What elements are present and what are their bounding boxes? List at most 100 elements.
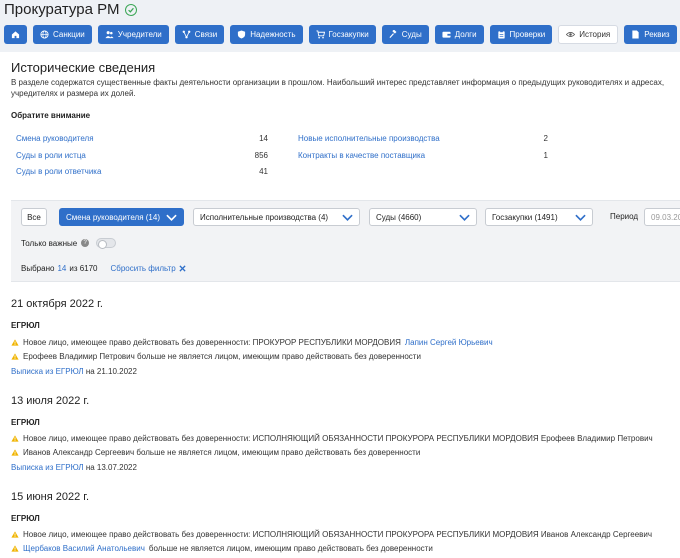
page-title: Прокуратура РМ [4, 1, 138, 18]
stat-link[interactable]: Суды в роли ответчика [16, 167, 101, 176]
event-text: Новое лицо, имеющее право действовать бе… [23, 338, 401, 347]
extract-line: Выписка из ЕГРЮЛ на 21.10.2022 [11, 367, 137, 376]
important-only-filter: Только важные ? [21, 238, 117, 249]
event-item: Новое лицо, имеющее право действовать бе… [11, 434, 653, 443]
tab-label: Надежность [250, 30, 296, 39]
stat-link[interactable]: Контракты в качестве поставщика [298, 151, 425, 160]
extract-date: на 13.07.2022 [85, 463, 137, 472]
stat-row: Суды в роли истца 856 [16, 151, 268, 168]
section-title: Исторические сведения [11, 60, 156, 75]
period-date-input[interactable]: 09.03.20 [644, 208, 680, 226]
event-text: Новое лицо, имеющее право действовать бе… [23, 434, 653, 443]
stat-row: Новые исполнительные производства 2 [298, 134, 550, 151]
stat-row: Смена руководителя 14 [16, 134, 268, 151]
tab-reliability[interactable]: Надежность [230, 25, 303, 44]
warning-icon [11, 545, 19, 552]
event-item: Иванов Александр Сергеевич больше не явл… [11, 448, 420, 457]
reset-label: Сбросить фильтр [110, 264, 176, 273]
close-icon [179, 265, 186, 272]
document-icon [631, 30, 640, 39]
stat-value: 41 [259, 167, 268, 176]
filter-panel: Все Смена руководителя (14) Исполнительн… [11, 200, 680, 282]
selection-summary: Выбрано 14 из 6170 Сбросить фильтр [21, 264, 186, 273]
event-source: ЕГРЮЛ [11, 321, 40, 330]
event-text: Иванов Александр Сергеевич больше не явл… [23, 448, 421, 457]
event-date: 13 июля 2022 г. [11, 395, 90, 407]
tab-courts[interactable]: Суды [381, 25, 429, 44]
warning-icon [11, 435, 19, 442]
event-text: Ерофеев Владимир Петрович больше не явля… [23, 352, 421, 361]
event-item: Новое лицо, имеющее право действовать бе… [11, 530, 652, 539]
dropdown-label: Исполнительные производства (4) [200, 212, 329, 222]
chevron-down-icon [166, 214, 177, 221]
selected-count[interactable]: 14 [57, 264, 66, 273]
tab-label: Связи [194, 30, 218, 39]
tab-label: История [579, 30, 611, 39]
tab-inspections[interactable]: Проверки [489, 25, 553, 44]
event-text: больше не является лицом, имеющим право … [148, 544, 433, 553]
event-text: Новое лицо, имеющее право действовать бе… [23, 530, 653, 539]
tab-requisites[interactable]: Реквиз [624, 25, 677, 44]
event-source: ЕГРЮЛ [11, 418, 40, 427]
dropdown-label: Суды (4660) [376, 212, 422, 222]
event-item: Щербаков Василий Анатольевич больше не я… [11, 544, 433, 553]
stats-right: Новые исполнительные производства 2 Конт… [298, 134, 550, 167]
extract-link[interactable]: Выписка из ЕГРЮЛ [11, 463, 84, 472]
tab-connections[interactable]: Связи [174, 25, 225, 44]
person-link[interactable]: Щербаков Василий Анатольевич [23, 544, 145, 553]
stat-link[interactable]: Смена руководителя [16, 134, 94, 143]
extract-date: на 21.10.2022 [85, 367, 137, 376]
chevron-down-icon [342, 214, 353, 221]
filter-leader-change[interactable]: Смена руководителя (14) [59, 208, 184, 226]
tab-home[interactable] [4, 25, 27, 44]
event-item: Новое лицо, имеющее право действовать бе… [11, 338, 493, 347]
stat-link[interactable]: Новые исполнительные производства [298, 134, 440, 143]
tab-procurement[interactable]: Госзакупки [308, 25, 376, 44]
notice-heading: Обратите внимание [11, 111, 91, 120]
warning-icon [11, 339, 19, 346]
globe-icon [40, 30, 49, 39]
stat-row: Суды в роли ответчика 41 [16, 167, 268, 184]
all-button[interactable]: Все [21, 208, 47, 226]
extract-link[interactable]: Выписка из ЕГРЮЛ [11, 367, 84, 376]
tab-founders[interactable]: Учредители [97, 25, 169, 44]
extract-line: Выписка из ЕГРЮЛ на 13.07.2022 [11, 463, 137, 472]
check-circle-icon [125, 3, 138, 16]
warning-icon [11, 531, 19, 538]
event-date: 21 октября 2022 г. [11, 298, 103, 310]
network-icon [182, 30, 191, 39]
gavel-icon [389, 30, 398, 39]
filter-enforcement[interactable]: Исполнительные производства (4) [193, 208, 360, 226]
dropdown-label: Смена руководителя (14) [66, 212, 160, 222]
dropdown-label: Госзакупки (1491) [492, 212, 558, 222]
tab-label: Санкции [53, 30, 85, 39]
chevron-down-icon [459, 214, 470, 221]
help-icon[interactable]: ? [81, 239, 90, 247]
tab-history[interactable]: История [558, 25, 619, 44]
filter-procurement[interactable]: Госзакупки (1491) [485, 208, 593, 226]
stat-row: Контракты в качестве поставщика 1 [298, 151, 550, 168]
home-icon [11, 30, 20, 39]
tab-sanctions[interactable]: Санкции [33, 25, 92, 44]
tab-label: Учредители [117, 30, 162, 39]
shield-icon [237, 30, 246, 39]
cart-icon [315, 30, 325, 39]
reset-filter-link[interactable]: Сбросить фильтр [111, 264, 186, 273]
event-item: Ерофеев Владимир Петрович больше не явля… [11, 352, 421, 361]
stats-left: Смена руководителя 14 Суды в роли истца … [16, 134, 268, 184]
selected-total: из 6170 [69, 264, 98, 273]
stat-link[interactable]: Суды в роли истца [16, 151, 86, 160]
eye-icon [566, 30, 576, 39]
filter-courts[interactable]: Суды (4660) [369, 208, 477, 226]
tab-debts[interactable]: Долги [434, 25, 484, 44]
tab-label: Госзакупки [328, 30, 369, 39]
company-name: Прокуратура РМ [4, 1, 120, 18]
stat-value: 1 [543, 150, 548, 160]
users-icon [105, 30, 114, 39]
tab-label: Реквиз [644, 30, 670, 39]
important-toggle[interactable] [96, 238, 117, 249]
event-source: ЕГРЮЛ [11, 514, 40, 523]
period-label: Период [610, 212, 639, 221]
warning-icon [11, 353, 19, 360]
person-link[interactable]: Лапин Сергей Юрьевич [405, 338, 493, 347]
